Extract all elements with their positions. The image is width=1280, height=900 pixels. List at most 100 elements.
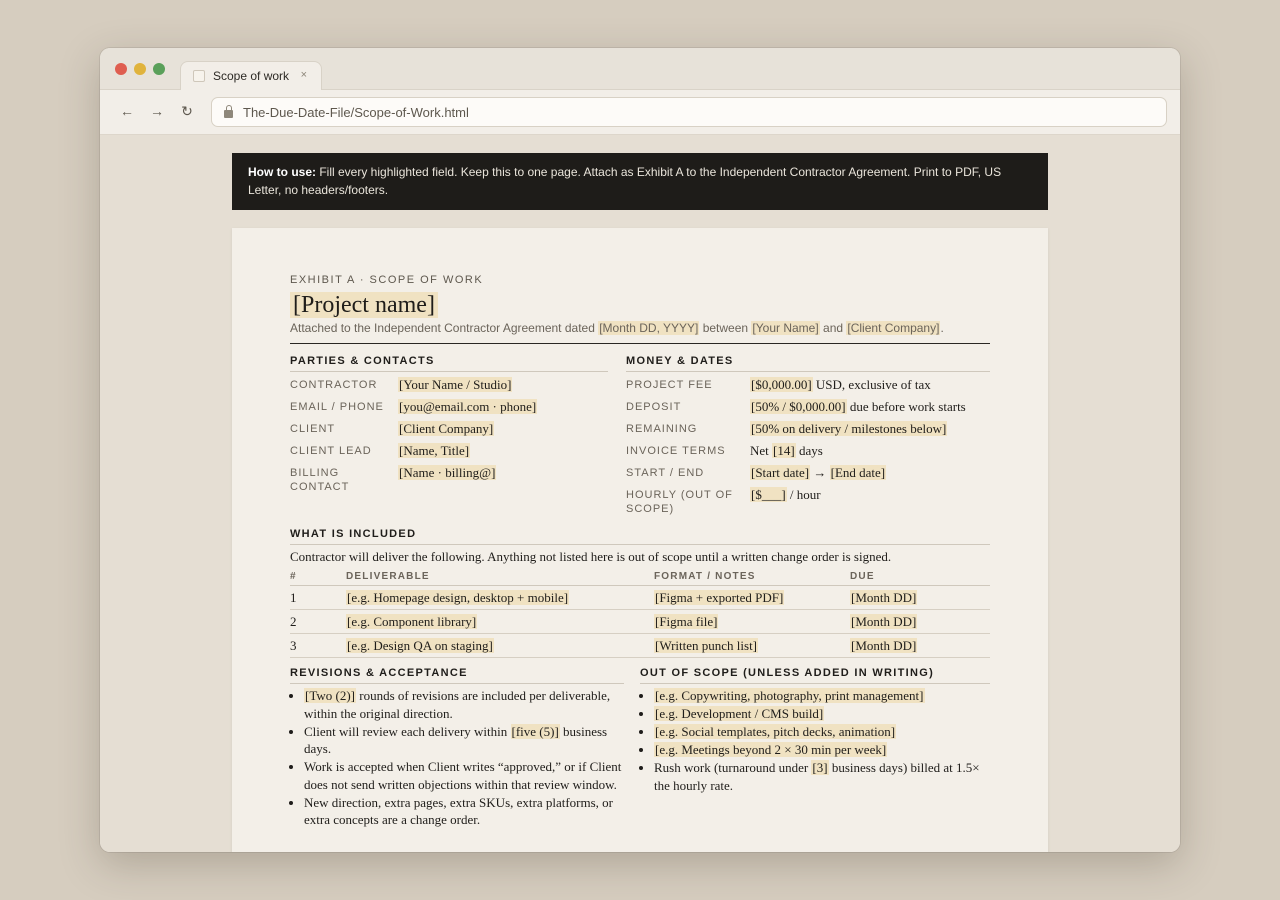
- maximize-window-button[interactable]: [153, 63, 165, 75]
- contractor-field[interactable]: [Your Name / Studio]: [398, 377, 513, 392]
- subtitle-text: between: [699, 321, 752, 335]
- out-of-scope: OUT OF SCOPE (UNLESS ADDED IN WRITING) […: [640, 667, 990, 829]
- field-suffix: days: [795, 443, 823, 458]
- exhibit-eyebrow: EXHIBIT A · SCOPE OF WORK: [290, 274, 484, 286]
- field-row: BILLING CONTACT [Name · billing@]: [290, 464, 608, 494]
- document-page: EXHIBIT A · SCOPE OF WORK [Project name]…: [232, 228, 1048, 852]
- out-of-scope-list: [e.g. Copywriting, photography, print ma…: [640, 687, 990, 794]
- forward-button[interactable]: →: [148, 103, 166, 119]
- tab-close-icon[interactable]: ×: [301, 69, 307, 81]
- deliverable-field[interactable]: [e.g. Design QA on staging]: [346, 637, 494, 653]
- list-text: Rush work (turnaround under: [654, 760, 812, 775]
- due-date-field[interactable]: [Month DD]: [850, 613, 918, 629]
- reload-button[interactable]: ↻: [178, 103, 196, 120]
- parties-contacts: PARTIES & CONTACTS CONTRACTOR [Your Name …: [290, 355, 608, 516]
- deposit-field[interactable]: [50% / $0,000.00]: [750, 399, 847, 414]
- subtitle-text: Attached to the Independent Contractor A…: [290, 321, 599, 335]
- project-fee-field[interactable]: [$0,000.00]: [750, 377, 813, 392]
- address-bar[interactable]: The-Due-Date-File/Scope-of-Work.html: [211, 97, 1167, 127]
- field-row: CLIENT LEAD [Name, Title]: [290, 442, 608, 460]
- client-field[interactable]: [Client Company]: [398, 421, 495, 436]
- start-date-field[interactable]: [Start date]: [750, 465, 811, 480]
- list-item: Rush work (turnaround under [3] business…: [654, 759, 990, 794]
- client-lead-field[interactable]: [Name, Title]: [398, 443, 471, 458]
- section-heading: PARTIES & CONTACTS: [290, 355, 608, 372]
- field-prefix: Net: [750, 443, 773, 458]
- how-to-label: How to use:: [248, 165, 316, 179]
- project-name-field[interactable]: [Project name]: [290, 292, 438, 318]
- how-to-text: Fill every highlighted field. Keep this …: [248, 165, 1002, 197]
- tab-title: Scope of work: [213, 69, 290, 83]
- rush-days-field[interactable]: [3]: [811, 760, 829, 775]
- project-title: [Project name]: [290, 290, 990, 320]
- list-item: New direction, extra pages, extra SKUs, …: [304, 794, 624, 829]
- section-heading: MONEY & DATES: [626, 355, 990, 372]
- column-header: DELIVERABLE: [346, 569, 654, 586]
- field-row: EMAIL / PHONE [you@email.com · phone]: [290, 398, 608, 416]
- table-row: 3 [e.g. Design QA on staging] [Written p…: [290, 633, 990, 658]
- field-row: INVOICE TERMS Net [14] days: [626, 442, 990, 460]
- format-field[interactable]: [Figma + exported PDF]: [654, 589, 785, 605]
- hourly-rate-field[interactable]: [$___]: [750, 487, 787, 502]
- out-of-scope-field[interactable]: [e.g. Copywriting, photography, print ma…: [654, 688, 925, 703]
- list-item: [e.g. Copywriting, photography, print ma…: [654, 687, 990, 705]
- due-date-field[interactable]: [Month DD]: [850, 589, 918, 605]
- remaining-field[interactable]: [50% on delivery / milestones below]: [750, 421, 948, 436]
- back-button[interactable]: ←: [118, 103, 136, 119]
- out-of-scope-field[interactable]: [e.g. Development / CMS build]: [654, 706, 825, 721]
- revisions-acceptance: REVISIONS & ACCEPTANCE [Two (2)] rounds …: [290, 667, 624, 829]
- field-suffix: USD, exclusive of tax: [812, 377, 931, 392]
- title-bar: Scope of work ×: [100, 48, 1180, 90]
- what-is-included: WHAT IS INCLUDED Contractor will deliver…: [290, 528, 990, 658]
- row-number: 3: [290, 633, 346, 658]
- table-header-row: # DELIVERABLE FORMAT / NOTES DUE: [290, 569, 990, 586]
- arrow-right-icon: →: [810, 465, 830, 480]
- field-label: HOURLY (OUT OF SCOPE): [626, 489, 733, 515]
- agreement-subtitle: Attached to the Independent Contractor A…: [290, 321, 990, 344]
- field-label: BILLING CONTACT: [290, 467, 350, 493]
- field-label: DEPOSIT: [626, 401, 682, 413]
- review-days-field[interactable]: [five (5)]: [510, 723, 560, 739]
- due-date-field[interactable]: [Month DD]: [850, 637, 918, 653]
- page-icon: [193, 70, 205, 82]
- section-heading: OUT OF SCOPE (UNLESS ADDED IN WRITING): [640, 667, 990, 684]
- out-of-scope-field[interactable]: [e.g. Social templates, pitch decks, ani…: [654, 724, 897, 739]
- included-intro: Contractor will deliver the following. A…: [290, 549, 892, 564]
- field-label: START / END: [626, 467, 705, 479]
- deliverable-field[interactable]: [e.g. Component library]: [346, 613, 478, 629]
- field-suffix: due before work starts: [846, 399, 966, 414]
- parties-money-section: PARTIES & CONTACTS CONTRACTOR [Your Name …: [290, 355, 990, 516]
- client-company-field[interactable]: [Client Company]: [846, 321, 941, 335]
- row-number: 1: [290, 585, 346, 610]
- column-header: DUE: [850, 569, 990, 586]
- deliverable-field[interactable]: [e.g. Homepage design, desktop + mobile]: [346, 589, 570, 605]
- revisions-scope-section: REVISIONS & ACCEPTANCE [Two (2)] rounds …: [290, 667, 990, 829]
- column-header: #: [290, 569, 346, 586]
- section-heading: WHAT IS INCLUDED: [290, 528, 990, 545]
- field-row: REMAINING [50% on delivery / milestones b…: [626, 420, 990, 438]
- end-date-field[interactable]: [End date]: [829, 465, 887, 480]
- format-field[interactable]: [Written punch list]: [654, 637, 759, 653]
- page-viewport[interactable]: How to use: Fill every highlighted field…: [100, 135, 1180, 852]
- tab-scope-of-work[interactable]: Scope of work ×: [180, 61, 322, 90]
- field-label: INVOICE TERMS: [626, 445, 726, 457]
- agreement-date-field[interactable]: [Month DD, YYYY]: [598, 321, 700, 335]
- list-item: [e.g. Meetings beyond 2 × 30 min per wee…: [654, 741, 990, 759]
- deliverables-table: # DELIVERABLE FORMAT / NOTES DUE 1 [e.g.…: [290, 569, 990, 658]
- field-row: CONTRACTOR [Your Name / Studio]: [290, 376, 608, 394]
- out-of-scope-field[interactable]: [e.g. Meetings beyond 2 × 30 min per wee…: [654, 742, 888, 757]
- email-phone-field[interactable]: [you@email.com · phone]: [398, 399, 538, 414]
- field-label: EMAIL / PHONE: [290, 401, 384, 413]
- list-item: Client will review each delivery within …: [304, 723, 624, 758]
- billing-contact-field[interactable]: [Name · billing@]: [398, 465, 497, 480]
- field-row: HOURLY (OUT OF SCOPE) [$___] / hour: [626, 486, 990, 516]
- close-window-button[interactable]: [115, 63, 127, 75]
- invoice-terms-field[interactable]: [14]: [772, 443, 796, 458]
- list-item: [Two (2)] rounds of revisions are includ…: [304, 687, 624, 722]
- your-name-field[interactable]: [Your Name]: [751, 321, 820, 335]
- revision-rounds-field[interactable]: [Two (2)]: [304, 688, 356, 703]
- how-to-banner: How to use: Fill every highlighted field…: [232, 153, 1048, 210]
- format-field[interactable]: [Figma file]: [654, 613, 719, 629]
- minimize-window-button[interactable]: [134, 63, 146, 75]
- field-label: CLIENT: [290, 423, 336, 435]
